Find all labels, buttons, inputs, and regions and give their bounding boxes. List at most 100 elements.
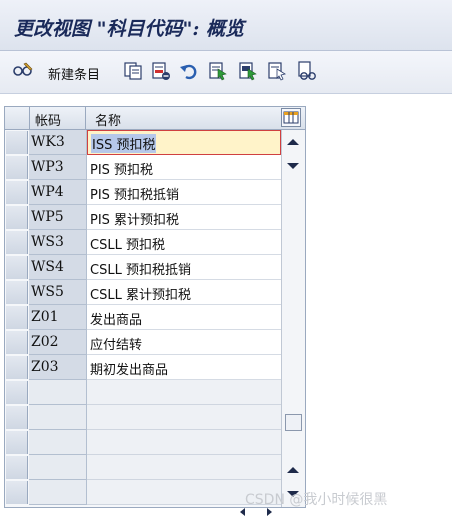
- code-cell: [29, 480, 87, 505]
- row-selector[interactable]: [6, 406, 28, 429]
- name-cell[interactable]: CSLL 预扣税: [87, 230, 281, 255]
- name-cell[interactable]: 期初发出商品: [87, 355, 281, 380]
- code-cell: WS3: [29, 230, 87, 255]
- select-all-cell[interactable]: [5, 107, 30, 129]
- column-settings-icon: [283, 111, 299, 124]
- name-cell[interactable]: CSLL 累计预扣税: [87, 280, 281, 305]
- name-text: PIS 累计预扣税: [90, 213, 180, 228]
- empty-table-row[interactable]: [5, 455, 281, 480]
- undo-icon[interactable]: [179, 61, 199, 81]
- code-text: WS3: [31, 234, 64, 250]
- page-up-icon[interactable]: [287, 467, 299, 473]
- name-cell[interactable]: [87, 405, 281, 430]
- copy-icon[interactable]: [123, 61, 143, 81]
- code-cell: [29, 430, 87, 455]
- scroll-thumb[interactable]: [285, 414, 302, 431]
- row-selector[interactable]: [6, 206, 28, 229]
- row-selector[interactable]: [6, 481, 28, 504]
- code-text: Z02: [31, 334, 59, 350]
- code-text: WP3: [31, 159, 64, 175]
- table-row[interactable]: Z02 应付结转: [5, 330, 281, 355]
- empty-table-row[interactable]: [5, 480, 281, 505]
- name-cell[interactable]: 应付结转: [87, 330, 281, 355]
- title-bar: 更改视图 "科目代码": 概览: [0, 0, 452, 51]
- window-title: 更改视图 "科目代码": 概览: [14, 18, 245, 40]
- code-cell: WP4: [29, 180, 87, 205]
- table-row[interactable]: WP5 PIS 累计预扣税: [5, 205, 281, 230]
- row-selector[interactable]: [6, 331, 28, 354]
- name-cell[interactable]: [87, 380, 281, 405]
- code-text: Z03: [31, 359, 59, 375]
- name-text: PIS 预扣税: [90, 163, 154, 178]
- row-selector[interactable]: [6, 256, 28, 279]
- name-cell[interactable]: [87, 455, 281, 480]
- row-selector[interactable]: [6, 306, 28, 329]
- code-cell: [29, 380, 87, 405]
- code-cell: Z01: [29, 305, 87, 330]
- print-preview-icon[interactable]: [296, 61, 316, 81]
- name-text: PIS 预扣税抵销: [90, 188, 180, 203]
- delete-icon[interactable]: [151, 61, 171, 81]
- code-cell: [29, 455, 87, 480]
- code-cell: [29, 405, 87, 430]
- table-header: 帐码 名称: [5, 107, 305, 130]
- empty-table-row[interactable]: [5, 405, 281, 430]
- deselect-all-icon[interactable]: [267, 61, 287, 81]
- select-all-icon[interactable]: [208, 61, 228, 81]
- row-selector[interactable]: [6, 131, 28, 154]
- vertical-scrollbar[interactable]: [281, 130, 305, 507]
- row-selector[interactable]: [6, 231, 28, 254]
- column-settings-button[interactable]: [281, 108, 301, 127]
- code-text: WS4: [31, 259, 64, 275]
- name-text: CSLL 预扣税: [90, 238, 165, 253]
- table-row[interactable]: WP3 PIS 预扣税: [5, 155, 281, 180]
- code-cell: WP5: [29, 205, 87, 230]
- name-cell[interactable]: CSLL 预扣税抵销: [87, 255, 281, 280]
- row-selector[interactable]: [6, 356, 28, 379]
- scroll-down-icon[interactable]: [287, 163, 299, 169]
- table-row[interactable]: WS5 CSLL 累计预扣税: [5, 280, 281, 305]
- row-selector[interactable]: [6, 281, 28, 304]
- row-selector[interactable]: [6, 181, 28, 204]
- name-cell[interactable]: PIS 预扣税抵销: [87, 180, 281, 205]
- select-block-icon[interactable]: [238, 61, 258, 81]
- row-selector[interactable]: [6, 381, 28, 404]
- name-cell[interactable]: PIS 累计预扣税: [87, 205, 281, 230]
- name-text: CSLL 累计预扣税: [90, 288, 191, 303]
- name-text: CSLL 预扣税抵销: [90, 263, 191, 278]
- code-text: Z01: [31, 309, 59, 325]
- table-row[interactable]: WS4 CSLL 预扣税抵销: [5, 255, 281, 280]
- code-text: WK3: [31, 134, 65, 150]
- table-row[interactable]: WS3 CSLL 预扣税: [5, 230, 281, 255]
- name-text: ISS 预扣税: [91, 134, 157, 153]
- row-selector[interactable]: [6, 431, 28, 454]
- name-cell[interactable]: PIS 预扣税: [87, 155, 281, 180]
- code-cell: WS5: [29, 280, 87, 305]
- column-header-code[interactable]: 帐码: [29, 107, 86, 129]
- glasses-edit-icon[interactable]: [12, 61, 33, 81]
- row-selector[interactable]: [6, 456, 28, 479]
- code-cell: Z02: [29, 330, 87, 355]
- watermark: CSDN @我小时候很黑: [245, 492, 388, 508]
- code-text: WP5: [31, 209, 64, 225]
- name-cell[interactable]: [87, 430, 281, 455]
- name-cell[interactable]: ISS 预扣税: [87, 130, 281, 155]
- account-code-table: 帐码 名称 WK3 ISS 预扣税 WP3 PIS 预扣税 WP4 PIS 预扣税抵销 WP…: [4, 106, 306, 508]
- table-row[interactable]: Z03 期初发出商品: [5, 355, 281, 380]
- name-text: 发出商品: [90, 313, 143, 328]
- empty-table-row[interactable]: [5, 430, 281, 455]
- column-header-name[interactable]: 名称: [87, 107, 277, 129]
- name-text: 期初发出商品: [90, 363, 169, 378]
- toolbar: 新建条目: [0, 51, 452, 94]
- name-text: 应付结转: [90, 338, 143, 353]
- new-entries-button[interactable]: 新建条目: [48, 64, 100, 83]
- table-row[interactable]: WK3 ISS 预扣税: [5, 130, 281, 155]
- table-row[interactable]: Z01 发出商品: [5, 305, 281, 330]
- scroll-up-icon[interactable]: [287, 139, 299, 145]
- empty-table-row[interactable]: [5, 380, 281, 405]
- code-text: WS5: [31, 284, 64, 300]
- name-cell[interactable]: 发出商品: [87, 305, 281, 330]
- table-row[interactable]: WP4 PIS 预扣税抵销: [5, 180, 281, 205]
- row-selector[interactable]: [6, 156, 28, 179]
- code-cell: WS4: [29, 255, 87, 280]
